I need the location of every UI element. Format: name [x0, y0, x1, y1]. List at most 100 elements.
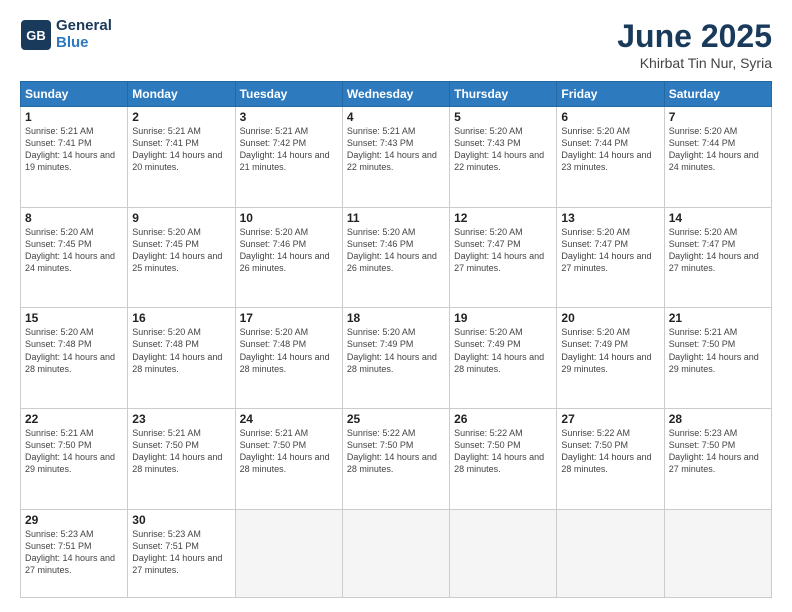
day-number: 9: [132, 211, 230, 225]
table-cell: 28 Sunrise: 5:23 AMSunset: 7:50 PMDaylig…: [664, 408, 771, 509]
table-cell: 19 Sunrise: 5:20 AMSunset: 7:49 PMDaylig…: [450, 308, 557, 409]
table-cell: 18 Sunrise: 5:20 AMSunset: 7:49 PMDaylig…: [342, 308, 449, 409]
table-cell: 20 Sunrise: 5:20 AMSunset: 7:49 PMDaylig…: [557, 308, 664, 409]
table-cell: 10 Sunrise: 5:20 AMSunset: 7:46 PMDaylig…: [235, 207, 342, 308]
table-cell: 13 Sunrise: 5:20 AMSunset: 7:47 PMDaylig…: [557, 207, 664, 308]
day-info: Sunrise: 5:20 AMSunset: 7:46 PMDaylight:…: [347, 226, 445, 275]
table-cell: [664, 509, 771, 597]
day-number: 4: [347, 110, 445, 124]
title-block: June 2025 Khirbat Tin Nur, Syria: [617, 18, 772, 71]
day-number: 30: [132, 513, 230, 527]
svg-text:GB: GB: [26, 28, 46, 43]
day-number: 24: [240, 412, 338, 426]
title-month: June 2025: [617, 18, 772, 55]
day-number: 27: [561, 412, 659, 426]
day-info: Sunrise: 5:23 AMSunset: 7:51 PMDaylight:…: [132, 528, 230, 577]
table-cell: 25 Sunrise: 5:22 AMSunset: 7:50 PMDaylig…: [342, 408, 449, 509]
day-info: Sunrise: 5:20 AMSunset: 7:47 PMDaylight:…: [669, 226, 767, 275]
table-cell: 11 Sunrise: 5:20 AMSunset: 7:46 PMDaylig…: [342, 207, 449, 308]
day-info: Sunrise: 5:21 AMSunset: 7:50 PMDaylight:…: [132, 427, 230, 476]
logo-general: General: [56, 18, 112, 35]
day-number: 6: [561, 110, 659, 124]
table-cell: 15 Sunrise: 5:20 AMSunset: 7:48 PMDaylig…: [21, 308, 128, 409]
day-info: Sunrise: 5:22 AMSunset: 7:50 PMDaylight:…: [454, 427, 552, 476]
day-info: Sunrise: 5:21 AMSunset: 7:50 PMDaylight:…: [240, 427, 338, 476]
table-cell: 3 Sunrise: 5:21 AMSunset: 7:42 PMDayligh…: [235, 107, 342, 208]
header: GB General Blue June 2025 Khirbat Tin Nu…: [20, 18, 772, 71]
table-cell: 29 Sunrise: 5:23 AMSunset: 7:51 PMDaylig…: [21, 509, 128, 597]
table-cell: 2 Sunrise: 5:21 AMSunset: 7:41 PMDayligh…: [128, 107, 235, 208]
table-cell: 27 Sunrise: 5:22 AMSunset: 7:50 PMDaylig…: [557, 408, 664, 509]
day-number: 29: [25, 513, 123, 527]
day-number: 13: [561, 211, 659, 225]
day-info: Sunrise: 5:21 AMSunset: 7:43 PMDaylight:…: [347, 125, 445, 174]
day-number: 21: [669, 311, 767, 325]
day-info: Sunrise: 5:22 AMSunset: 7:50 PMDaylight:…: [561, 427, 659, 476]
table-cell: 21 Sunrise: 5:21 AMSunset: 7:50 PMDaylig…: [664, 308, 771, 409]
day-info: Sunrise: 5:22 AMSunset: 7:50 PMDaylight:…: [347, 427, 445, 476]
table-cell: [235, 509, 342, 597]
table-cell: [450, 509, 557, 597]
table-cell: 26 Sunrise: 5:22 AMSunset: 7:50 PMDaylig…: [450, 408, 557, 509]
logo-blue: Blue: [56, 35, 112, 52]
day-info: Sunrise: 5:20 AMSunset: 7:43 PMDaylight:…: [454, 125, 552, 174]
day-number: 1: [25, 110, 123, 124]
table-cell: 6 Sunrise: 5:20 AMSunset: 7:44 PMDayligh…: [557, 107, 664, 208]
day-number: 12: [454, 211, 552, 225]
day-info: Sunrise: 5:21 AMSunset: 7:50 PMDaylight:…: [669, 326, 767, 375]
table-cell: 17 Sunrise: 5:20 AMSunset: 7:48 PMDaylig…: [235, 308, 342, 409]
logo-icon: GB: [20, 19, 52, 51]
table-cell: [557, 509, 664, 597]
table-cell: 4 Sunrise: 5:21 AMSunset: 7:43 PMDayligh…: [342, 107, 449, 208]
day-info: Sunrise: 5:20 AMSunset: 7:48 PMDaylight:…: [132, 326, 230, 375]
col-wednesday: Wednesday: [342, 82, 449, 107]
day-info: Sunrise: 5:21 AMSunset: 7:41 PMDaylight:…: [25, 125, 123, 174]
table-cell: 23 Sunrise: 5:21 AMSunset: 7:50 PMDaylig…: [128, 408, 235, 509]
table-cell: 30 Sunrise: 5:23 AMSunset: 7:51 PMDaylig…: [128, 509, 235, 597]
day-info: Sunrise: 5:21 AMSunset: 7:50 PMDaylight:…: [25, 427, 123, 476]
day-info: Sunrise: 5:20 AMSunset: 7:47 PMDaylight:…: [454, 226, 552, 275]
day-number: 10: [240, 211, 338, 225]
day-number: 8: [25, 211, 123, 225]
table-cell: [342, 509, 449, 597]
day-info: Sunrise: 5:20 AMSunset: 7:45 PMDaylight:…: [25, 226, 123, 275]
day-info: Sunrise: 5:20 AMSunset: 7:45 PMDaylight:…: [132, 226, 230, 275]
day-number: 20: [561, 311, 659, 325]
day-number: 11: [347, 211, 445, 225]
day-info: Sunrise: 5:21 AMSunset: 7:42 PMDaylight:…: [240, 125, 338, 174]
day-number: 14: [669, 211, 767, 225]
col-monday: Monday: [128, 82, 235, 107]
table-cell: 5 Sunrise: 5:20 AMSunset: 7:43 PMDayligh…: [450, 107, 557, 208]
day-info: Sunrise: 5:20 AMSunset: 7:44 PMDaylight:…: [669, 125, 767, 174]
day-number: 23: [132, 412, 230, 426]
day-info: Sunrise: 5:20 AMSunset: 7:48 PMDaylight:…: [25, 326, 123, 375]
day-number: 3: [240, 110, 338, 124]
calendar-table: Sunday Monday Tuesday Wednesday Thursday…: [20, 81, 772, 598]
table-cell: 22 Sunrise: 5:21 AMSunset: 7:50 PMDaylig…: [21, 408, 128, 509]
day-number: 22: [25, 412, 123, 426]
col-tuesday: Tuesday: [235, 82, 342, 107]
day-number: 5: [454, 110, 552, 124]
col-saturday: Saturday: [664, 82, 771, 107]
table-cell: 8 Sunrise: 5:20 AMSunset: 7:45 PMDayligh…: [21, 207, 128, 308]
day-info: Sunrise: 5:20 AMSunset: 7:44 PMDaylight:…: [561, 125, 659, 174]
table-cell: 12 Sunrise: 5:20 AMSunset: 7:47 PMDaylig…: [450, 207, 557, 308]
day-number: 18: [347, 311, 445, 325]
page: GB General Blue June 2025 Khirbat Tin Nu…: [0, 0, 792, 612]
day-info: Sunrise: 5:20 AMSunset: 7:46 PMDaylight:…: [240, 226, 338, 275]
day-number: 7: [669, 110, 767, 124]
table-cell: 7 Sunrise: 5:20 AMSunset: 7:44 PMDayligh…: [664, 107, 771, 208]
day-number: 26: [454, 412, 552, 426]
col-sunday: Sunday: [21, 82, 128, 107]
day-number: 15: [25, 311, 123, 325]
day-number: 17: [240, 311, 338, 325]
day-info: Sunrise: 5:20 AMSunset: 7:49 PMDaylight:…: [561, 326, 659, 375]
day-number: 19: [454, 311, 552, 325]
day-info: Sunrise: 5:20 AMSunset: 7:49 PMDaylight:…: [347, 326, 445, 375]
day-info: Sunrise: 5:20 AMSunset: 7:49 PMDaylight:…: [454, 326, 552, 375]
day-number: 2: [132, 110, 230, 124]
table-cell: 14 Sunrise: 5:20 AMSunset: 7:47 PMDaylig…: [664, 207, 771, 308]
table-cell: 16 Sunrise: 5:20 AMSunset: 7:48 PMDaylig…: [128, 308, 235, 409]
day-info: Sunrise: 5:23 AMSunset: 7:51 PMDaylight:…: [25, 528, 123, 577]
day-number: 28: [669, 412, 767, 426]
